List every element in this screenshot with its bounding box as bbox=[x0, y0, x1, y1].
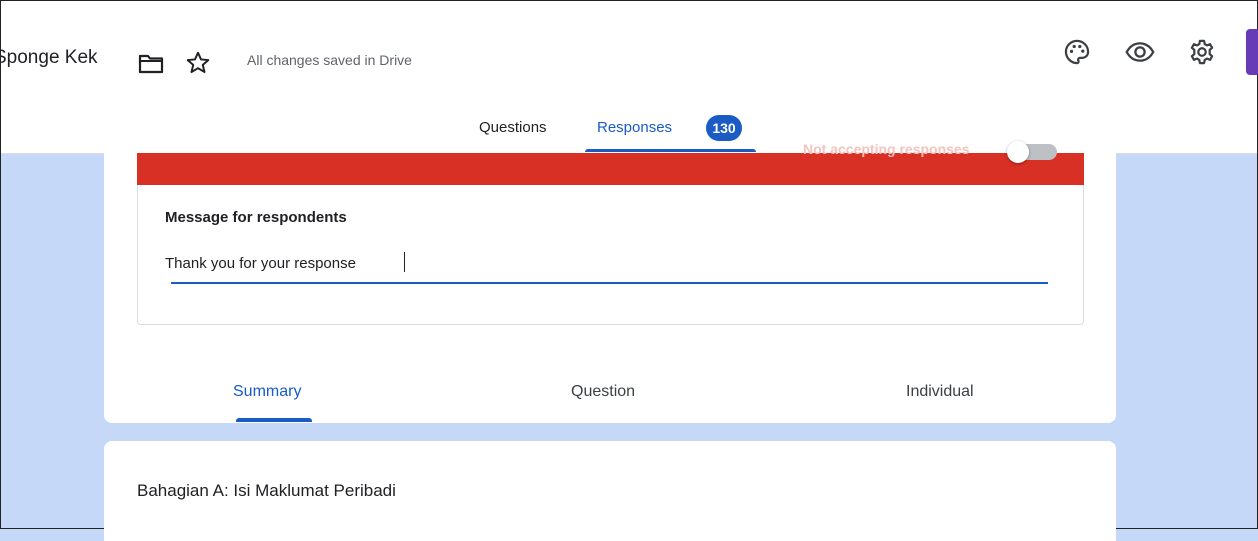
accepting-responses-label: Not accepting responses bbox=[803, 141, 970, 157]
gear-icon[interactable] bbox=[1188, 38, 1216, 66]
form-title[interactable]: Sponge Kek bbox=[1, 47, 98, 69]
toggle-thumb[interactable] bbox=[1007, 141, 1029, 163]
message-input[interactable] bbox=[165, 251, 1045, 275]
tab-questions[interactable]: Questions bbox=[479, 119, 547, 136]
text-caret bbox=[404, 252, 405, 272]
subtab-summary[interactable]: Summary bbox=[233, 383, 301, 401]
save-status: All changes saved in Drive bbox=[247, 52, 412, 68]
input-focus-underline bbox=[171, 282, 1048, 284]
subtab-individual[interactable]: Individual bbox=[906, 383, 974, 401]
not-accepting-banner bbox=[137, 153, 1084, 185]
subtab-question[interactable]: Question bbox=[571, 383, 635, 401]
active-tab-indicator bbox=[585, 149, 756, 152]
active-subtab-indicator bbox=[236, 418, 312, 422]
folder-icon[interactable] bbox=[138, 53, 164, 75]
tab-responses[interactable]: Responses bbox=[597, 119, 672, 136]
section-title: Bahagian A: Isi Maklumat Peribadi bbox=[137, 481, 396, 500]
star-icon[interactable] bbox=[185, 50, 211, 76]
message-label: Message for respondents bbox=[165, 209, 347, 226]
responses-count-badge: 130 bbox=[706, 115, 742, 141]
palette-icon[interactable] bbox=[1063, 38, 1091, 66]
form-title-container[interactable]: Sponge Kek bbox=[1, 41, 127, 81]
send-button[interactable] bbox=[1246, 29, 1258, 75]
app-header: Sponge Kek All changes saved in Drive Qu… bbox=[1, 1, 1258, 154]
eye-icon[interactable] bbox=[1125, 40, 1155, 64]
